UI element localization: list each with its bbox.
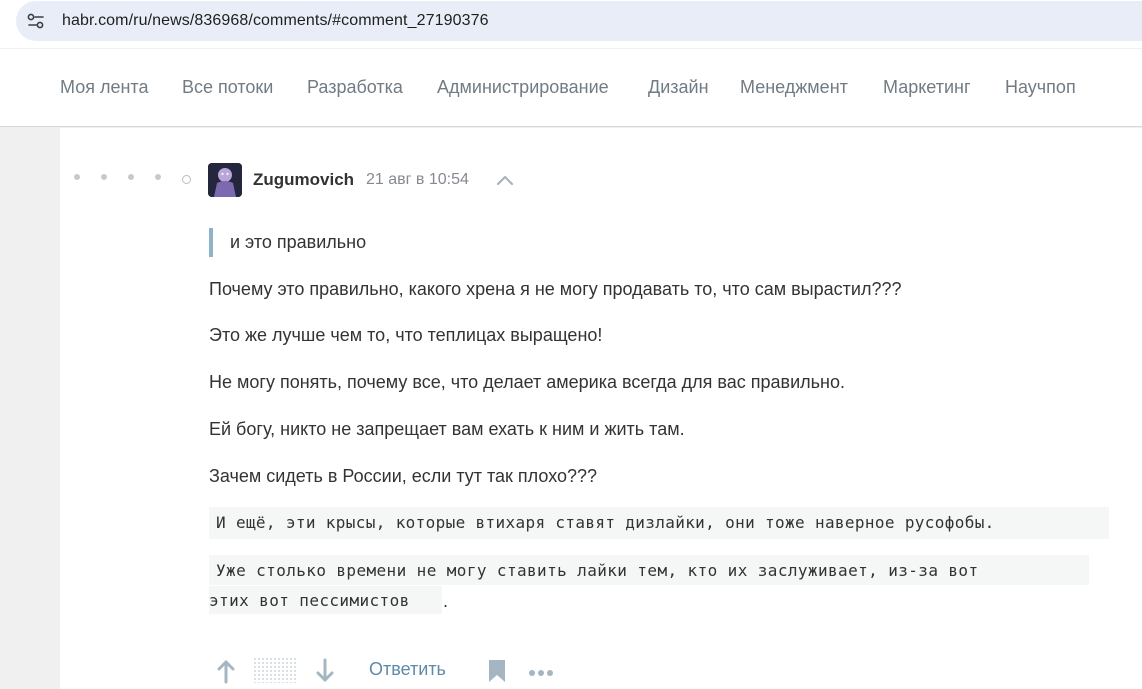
flows-nav: Моя лента Все потоки Разработка Админист… bbox=[0, 49, 1142, 127]
inline-code: Уже столько времени не могу ставить лайк… bbox=[216, 561, 979, 580]
comment-time[interactable]: 21 авг в 10:54 bbox=[366, 171, 469, 189]
comment-paragraph: Зачем сидеть в России, если тут так плох… bbox=[209, 466, 598, 486]
avatar[interactable] bbox=[208, 163, 242, 197]
reply-button[interactable]: Ответить bbox=[369, 659, 446, 680]
nav-item-marketing[interactable]: Маркетинг bbox=[883, 77, 971, 98]
arrow-up-icon[interactable] bbox=[216, 658, 236, 689]
nav-item-my-feed[interactable]: Моя лента bbox=[60, 77, 148, 98]
comment-author[interactable]: Zugumovich bbox=[253, 170, 354, 190]
nav-item-popsci[interactable]: Научпоп bbox=[1005, 77, 1076, 98]
nav-item-development[interactable]: Разработка bbox=[307, 77, 403, 98]
comment-paragraph: Ей богу, никто не запрещает вам ехать к … bbox=[209, 419, 685, 439]
rating-placeholder bbox=[253, 657, 297, 688]
comment-quote: и это правильно bbox=[209, 228, 366, 257]
thread-depth-dot[interactable] bbox=[128, 174, 134, 180]
arrow-down-icon[interactable] bbox=[315, 658, 335, 689]
nav-item-administration[interactable]: Администрирование bbox=[437, 77, 609, 98]
comment-paragraph: Не могу понять, почему все, что делает а… bbox=[209, 372, 845, 392]
nav-item-management[interactable]: Менеджмент bbox=[740, 77, 848, 98]
browser-toolbar: habr.com/ru/news/836968/comments/#commen… bbox=[0, 0, 1142, 48]
bookmark-icon[interactable] bbox=[488, 659, 506, 688]
tune-icon[interactable] bbox=[18, 3, 54, 39]
inline-code: И ещё, эти крысы, которые втихаря ставят… bbox=[216, 513, 995, 532]
address-bar[interactable]: habr.com/ru/news/836968/comments/#commen… bbox=[16, 1, 1142, 41]
nav-item-all-flows[interactable]: Все потоки bbox=[182, 77, 273, 98]
quote-text: и это правильно bbox=[230, 232, 367, 252]
comment-paragraph: Это же лучше чем то, что теплицах выраще… bbox=[209, 325, 603, 345]
thread-depth-dot[interactable] bbox=[155, 174, 161, 180]
thread-depth-dot[interactable] bbox=[101, 174, 107, 180]
url-text[interactable]: habr.com/ru/news/836968/comments/#commen… bbox=[62, 12, 489, 30]
chevron-up-icon[interactable] bbox=[496, 173, 514, 191]
thread-depth-dot-current[interactable] bbox=[182, 175, 191, 184]
thread-depth-dot[interactable] bbox=[74, 174, 80, 180]
nav-item-design[interactable]: Дизайн bbox=[648, 77, 709, 98]
comment-tail: . bbox=[443, 591, 449, 611]
more-icon[interactable] bbox=[528, 665, 556, 683]
inline-code: этих вот пессимистов bbox=[209, 591, 410, 610]
comment-paragraph: Почему это правильно, какого хрена я не … bbox=[209, 279, 902, 299]
